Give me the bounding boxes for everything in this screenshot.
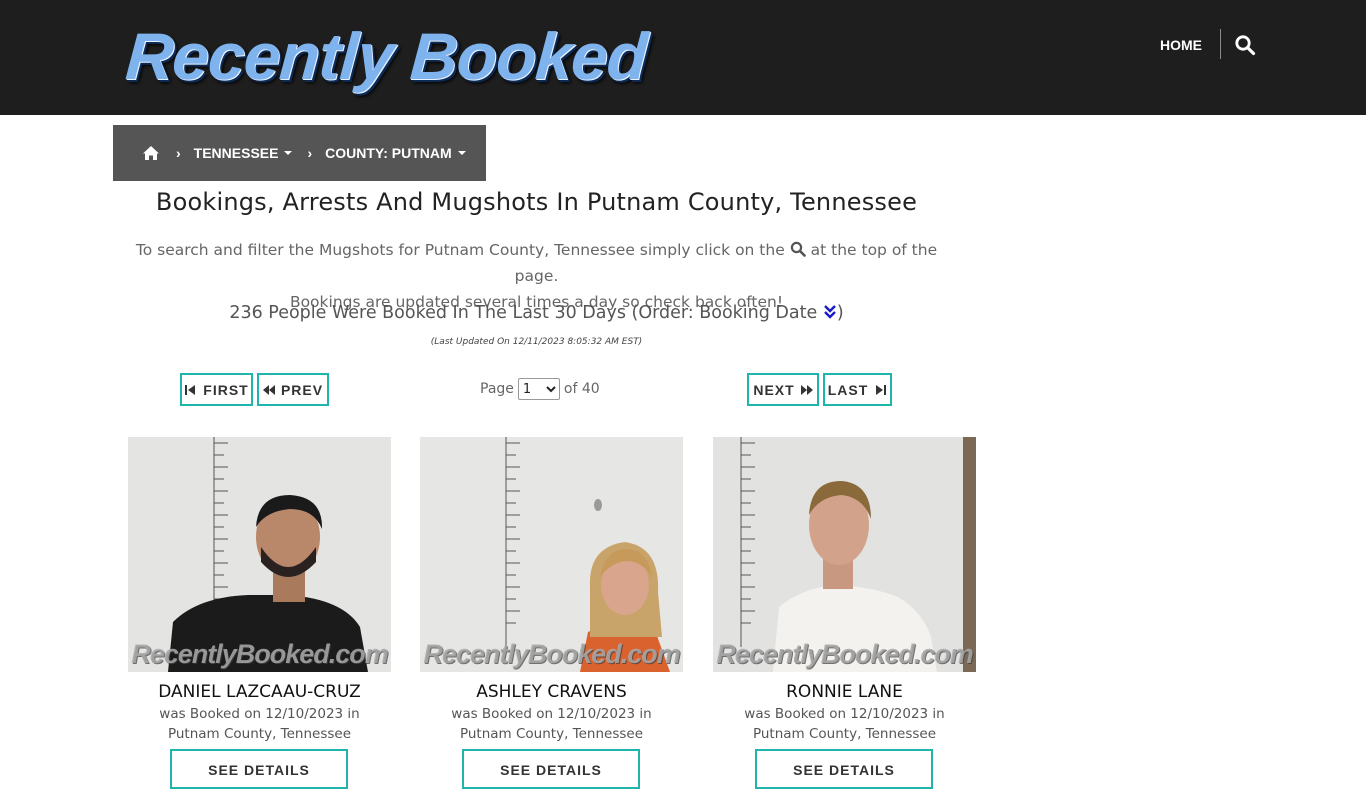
rewind-icon (262, 384, 275, 395)
page-selector: Page 1 of 40 (480, 377, 600, 401)
breadcrumb: › TENNESSEE › COUNTY: PUTNAM (113, 125, 486, 181)
nav-divider (1220, 29, 1221, 59)
see-details-button[interactable]: SEE DETAILS (170, 749, 348, 789)
chevron-down-icon (457, 151, 466, 155)
breadcrumb-separator: › (307, 145, 313, 161)
watermark: RecentlyBooked.com (423, 639, 681, 669)
site-header: Recently Booked HOME (0, 0, 1366, 115)
page-title: Bookings, Arrests And Mugshots In Putnam… (155, 188, 918, 216)
next-page-button[interactable]: NEXT (747, 373, 819, 406)
page-select[interactable]: 1 (517, 378, 560, 400)
mugshot-photo[interactable]: RecentlyBooked.com (128, 437, 391, 672)
page-total: of 40 (563, 381, 600, 397)
home-icon[interactable] (142, 144, 160, 162)
watermark: RecentlyBooked.com (131, 639, 389, 669)
breadcrumb-state-dropdown[interactable]: TENNESSEE (194, 145, 293, 161)
booking-count: 236 People Were Booked In The Last 30 Da… (113, 303, 960, 323)
last-page-button[interactable]: LAST (823, 373, 892, 406)
person-name[interactable]: RONNIE LANE (713, 682, 976, 702)
fast-forward-icon (800, 384, 813, 395)
booking-location-text: Putnam County, Tennessee (459, 726, 644, 742)
next-page-label: NEXT (753, 381, 795, 398)
booking-card: RecentlyBooked.com ASHLEY CRAVENS was Bo… (420, 437, 683, 789)
first-page-label: FIRST (203, 381, 249, 398)
see-details-button[interactable]: SEE DETAILS (755, 749, 933, 789)
page-label: Page (480, 381, 514, 397)
first-page-button[interactable]: FIRST (180, 373, 253, 406)
prev-page-button[interactable]: PREV (257, 373, 329, 406)
search-icon[interactable] (1234, 34, 1256, 56)
breadcrumb-separator: › (176, 145, 181, 161)
booking-location-text: Putnam County, Tennessee (167, 726, 352, 742)
intro-text-part1: To search and filter the Mugshots for Pu… (135, 241, 785, 259)
booking-date-text: was Booked on 12/10/2023 in (744, 706, 945, 722)
first-page-icon (185, 384, 196, 395)
person-name[interactable]: DANIEL LAZCAAU-CRUZ (128, 682, 391, 702)
last-updated: (Last Updated On 12/11/2023 8:05:32 AM E… (430, 337, 643, 347)
breadcrumb-county-label: COUNTY: PUTNAM (325, 145, 452, 161)
chevron-down-icon (284, 151, 293, 155)
person-name[interactable]: ASHLEY CRAVENS (420, 682, 683, 702)
breadcrumb-state-label: TENNESSEE (193, 145, 279, 161)
see-details-button[interactable]: SEE DETAILS (462, 749, 640, 789)
booking-card: RecentlyBooked.com DANIEL LAZCAAU-CRUZ w… (128, 437, 391, 789)
booking-location-text: Putnam County, Tennessee (752, 726, 937, 742)
site-logo[interactable]: Recently Booked (123, 18, 649, 94)
last-page-icon (876, 384, 887, 395)
breadcrumb-county-dropdown[interactable]: COUNTY: PUTNAM (325, 145, 466, 161)
nav-home-link[interactable]: HOME (1160, 34, 1202, 56)
booking-card: RecentlyBooked.com RONNIE LANE was Booke… (713, 437, 976, 789)
last-page-label: LAST (827, 381, 869, 398)
search-icon (790, 239, 806, 257)
booking-date-text: was Booked on 12/10/2023 in (159, 706, 360, 722)
sort-order-icon[interactable] (823, 304, 837, 320)
booking-description: was Booked on 12/10/2023 in Putnam Count… (128, 704, 391, 744)
booking-count-close: ) (836, 303, 844, 323)
prev-page-label: PREV (280, 381, 324, 398)
watermark: RecentlyBooked.com (716, 639, 974, 669)
booking-date-text: was Booked on 12/10/2023 in (451, 706, 652, 722)
booking-count-text: 236 People Were Booked In The Last 30 Da… (229, 303, 818, 323)
mugshot-photo[interactable]: RecentlyBooked.com (713, 437, 976, 672)
booking-description: was Booked on 12/10/2023 in Putnam Count… (713, 704, 976, 744)
booking-description: was Booked on 12/10/2023 in Putnam Count… (420, 704, 683, 744)
mugshot-photo[interactable]: RecentlyBooked.com (420, 437, 683, 672)
